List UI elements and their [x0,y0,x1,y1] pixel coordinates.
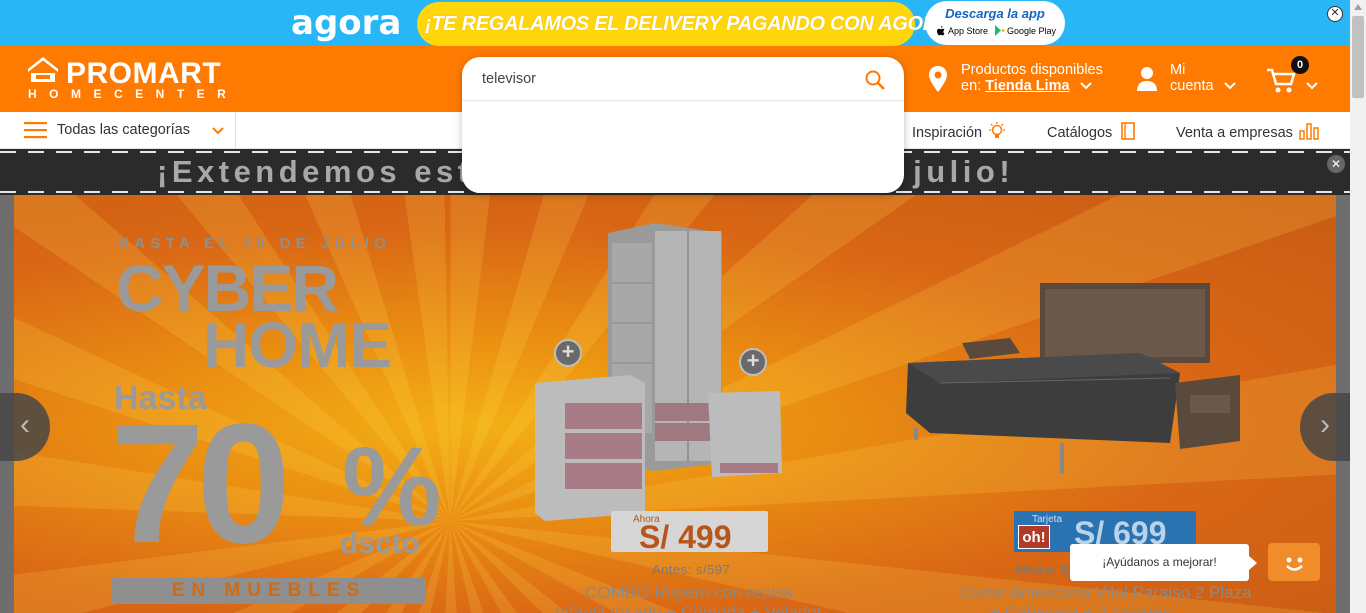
hero-carousel[interactable]: HASTA EL 10 DE JULIO CYBER HOME Hasta 70… [0,195,1350,613]
product1-price: S/ 499 [639,519,732,555]
bed-image[interactable] [900,283,1250,483]
product2-card-label: Tarjeta [1032,514,1063,525]
promo-banner[interactable]: agora ¡TE REGALAMOS EL DELIVERY PAGANDO … [0,0,1350,46]
cart-icon [1267,68,1296,93]
app-store-badge[interactable]: App Store [935,25,988,37]
cart-count-badge: 0 [1291,56,1309,74]
store-location-selector[interactable]: Productos disponibles en: Tienda Lima [928,62,1118,98]
product1-before-price: Antes: s/597 [652,562,731,577]
search-input[interactable] [482,69,852,89]
nav-inspiration-label: Inspiración [912,125,983,141]
house-logo-icon [28,57,58,82]
strip-close-icon[interactable]: ✕ [1327,155,1345,173]
product2-name-line2: + Cabecera + 2 cajones [990,603,1171,613]
chevron-down-icon [1306,82,1318,90]
promo-close-icon[interactable]: ✕ [1327,6,1343,22]
account-line1: Mi [1170,62,1186,78]
apple-icon [937,26,945,36]
hero-title-home: HOME [203,309,392,381]
location-store-name: Tienda Lima [985,78,1070,94]
chevron-down-icon [1223,82,1236,90]
scroll-up-arrow-icon[interactable] [1354,4,1362,10]
logo-sub: HOMECENTER [28,87,239,101]
search-icon[interactable] [864,69,886,91]
location-pin-icon [929,66,947,92]
catalog-book-icon [1121,122,1136,140]
google-play-badge[interactable]: Google Play [995,25,1056,36]
nav-business-label: Venta a empresas [1176,125,1293,141]
location-label: Productos disponibles [961,62,1103,78]
nav-catalogs[interactable]: Catálogos [1047,122,1136,141]
bar-chart-icon [1299,123,1319,140]
product1-name-line1: COMBO Ropero con repisa [585,583,793,602]
google-play-icon [995,25,1005,36]
promo-headline: ¡TE REGALAMOS EL DELIVERY PAGANDO CON AG… [425,13,958,35]
hotspot-plus-icon[interactable]: + [739,348,767,376]
lightbulb-icon [989,122,1006,138]
download-app-badge[interactable]: Descarga la app App Store Google Play [925,1,1065,45]
cart-button[interactable]: 0 [1266,54,1320,100]
product2-now-label: Ahora: S/ [1014,562,1072,577]
account-menu[interactable]: Mi cuenta [1136,62,1246,98]
feedback-tooltip: ¡Ayúdanos a mejorar! [1070,544,1257,581]
nav-business[interactable]: Venta a empresas [1176,122,1319,141]
agora-logo: agora [291,3,402,43]
hero-category: EN MUEBLES [112,578,426,604]
all-categories-label: Todas las categorías [57,122,190,138]
logo-name: PROMART [66,57,222,90]
hero-discount-number: 70 [110,389,291,579]
location-store: en: Tienda Lima [961,78,1092,94]
chevron-down-icon [1079,82,1092,90]
google-play-label: Google Play [1007,25,1057,36]
product1-price-tag: Ahora S/ 499 [611,511,768,555]
account-line2: cuenta [1170,78,1236,94]
download-app-label: Descarga la app [945,6,1045,21]
page-scrollbar[interactable] [1350,0,1366,613]
scroll-thumb[interactable] [1352,16,1364,98]
chevron-down-icon [212,127,224,135]
wardrobe-set-image[interactable] [530,223,790,529]
hero-until-date: HASTA EL 10 DE JULIO [118,235,392,252]
nav-inspiration[interactable]: Inspiración [912,122,1006,141]
location-prefix: en: [961,78,982,94]
promo-headline-pill: ¡TE REGALAMOS EL DELIVERY PAGANDO CON AG… [417,2,958,46]
search-field[interactable] [462,57,904,101]
all-categories-menu[interactable]: Todas las categorías [24,112,236,149]
user-icon [1137,67,1157,91]
hamburger-icon [24,122,47,139]
chatbot-button[interactable] [1268,543,1320,581]
product2-name-line1: Cama Americana Vital Paraiso 2 Plaza [960,583,1252,602]
nav-catalogs-label: Catálogos [1047,125,1113,141]
product1-name-line2: Infantil rosado + Cómoda + Velador [555,603,823,613]
oh-card-logo: oh! [1018,525,1050,549]
app-store-label: App Store [948,26,989,36]
account-label: cuenta [1170,78,1214,94]
promart-logo[interactable]: PROMART HOMECENTER [26,55,236,105]
hero-dscto: dscto [340,527,421,560]
hotspot-plus-icon[interactable]: + [554,339,582,367]
search-dropdown [462,57,904,193]
chatbot-face-icon [1286,557,1303,571]
